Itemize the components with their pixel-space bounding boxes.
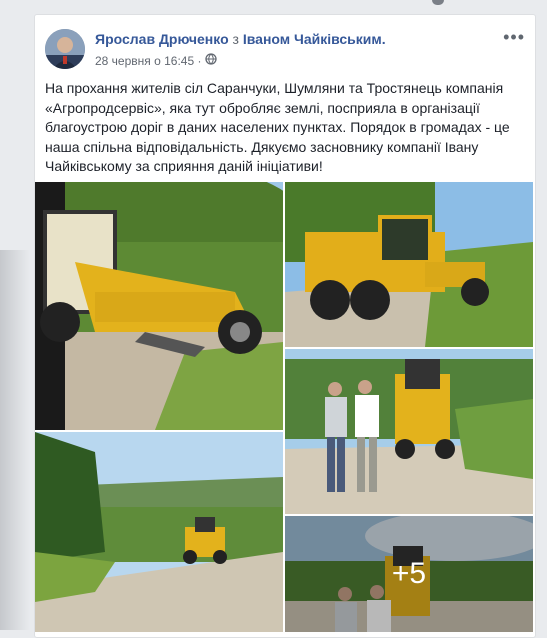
post-header: Ярослав Дрюченко з Іваном Чайківським.	[95, 31, 495, 47]
avatar[interactable]	[45, 29, 85, 69]
post-timestamp[interactable]: 28 червня о 16:45 ·	[95, 54, 201, 68]
photo-grader-road[interactable]	[35, 182, 283, 430]
more-photos-count[interactable]: +5	[285, 516, 533, 632]
more-options-icon[interactable]: •••	[503, 27, 525, 48]
tagged-person[interactable]: Іваном Чайківським.	[243, 31, 386, 47]
post-text: На прохання жителів сіл Саранчуки, Шумля…	[45, 80, 510, 174]
author-name[interactable]: Ярослав Дрюченко	[95, 31, 229, 47]
photo-valley-road[interactable]	[35, 432, 283, 632]
photo-people-watching[interactable]	[285, 349, 533, 514]
post-card: Ярослав Дрюченко з Іваном Чайківським. 2…	[34, 14, 536, 638]
photo-grader-side[interactable]	[285, 182, 533, 347]
globe-icon[interactable]	[205, 53, 218, 68]
post-meta: 28 червня о 16:45 ·	[95, 53, 218, 68]
with-text: з	[232, 31, 239, 47]
browser-top-strip	[0, 0, 547, 6]
left-shadow	[0, 250, 30, 630]
photo-more-overlay[interactable]: +5	[285, 516, 533, 632]
